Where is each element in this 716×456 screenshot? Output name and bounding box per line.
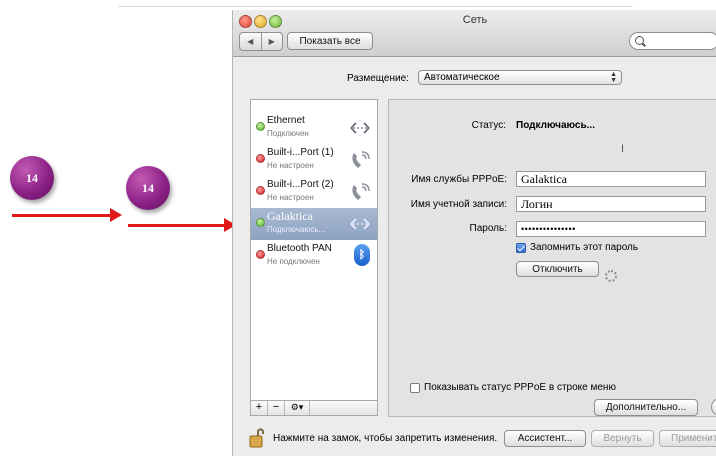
- select-arrows-icon: ▲ ▼: [610, 71, 617, 84]
- annotation-arrow-2: [128, 218, 236, 232]
- annotation-badge-2: 14: [126, 166, 170, 210]
- network-preferences-window: Сеть ◀ ▶ Показать все Размещение: Автома…: [232, 10, 716, 456]
- search-icon: [635, 36, 644, 45]
- service-list: Ethernet Подключен Built-i...Port (1) Не…: [250, 99, 378, 401]
- phone-modem-icon: [352, 183, 370, 200]
- service-name: Ethernet: [267, 115, 305, 126]
- ethernet-icon: [350, 218, 370, 230]
- back-forward-control: ◀ ▶: [239, 32, 283, 51]
- account-name-label: Имя учетной записи:: [410, 199, 507, 210]
- service-item-builtin-port-2[interactable]: Built-i...Port (2) Не настроен: [251, 176, 377, 208]
- lock-hint-text: Нажмите на замок, чтобы запретить измене…: [273, 433, 498, 444]
- service-name: Galaktica: [267, 209, 313, 223]
- status-dot-green-icon: [256, 218, 265, 227]
- service-item-ethernet[interactable]: Ethernet Подключен: [251, 112, 377, 144]
- assistant-button[interactable]: Ассистент...: [504, 430, 586, 447]
- status-dot-red-icon: [256, 154, 265, 163]
- disconnect-button[interactable]: Отключить: [516, 261, 599, 277]
- account-name-field[interactable]: Логин: [516, 196, 706, 212]
- service-item-bluetooth-pan[interactable]: Bluetooth PAN Не подключен ᛒ: [251, 240, 377, 272]
- progress-spinner-icon: [605, 270, 617, 282]
- add-service-button[interactable]: +: [251, 401, 268, 415]
- service-detail-panel: Статус: Подключаюсь... I Имя службы PPPo…: [388, 99, 716, 417]
- text-cursor-icon: I: [621, 143, 625, 155]
- password-label: Пароль:: [469, 223, 507, 234]
- lock-icon[interactable]: [249, 426, 267, 448]
- search-field[interactable]: [629, 32, 716, 50]
- remove-service-button[interactable]: −: [268, 401, 285, 415]
- show-pppoe-status-checkbox[interactable]: [410, 383, 420, 393]
- service-name: Bluetooth PAN: [267, 243, 332, 254]
- show-pppoe-status-label: Показывать статус PPPoE в строке меню: [424, 382, 616, 393]
- pppoe-service-name-label: Имя службы PPPoE:: [411, 174, 507, 185]
- gear-menu-button[interactable]: ⚙▾: [285, 401, 310, 415]
- remember-password-checkbox[interactable]: [516, 243, 526, 253]
- status-label: Статус:: [471, 120, 506, 131]
- status-dot-red-icon: [256, 186, 265, 195]
- window-title: Сеть: [462, 14, 488, 26]
- location-label: Размещение:: [347, 73, 409, 84]
- service-status: Подключен: [267, 129, 309, 138]
- remember-password-label: Запомнить этот пароль: [530, 242, 639, 253]
- phone-modem-icon: [352, 151, 370, 168]
- service-status: Не настроен: [267, 161, 314, 170]
- service-list-toolbar: + − ⚙▾: [250, 401, 378, 416]
- annotation-badge-1: 14: [10, 156, 54, 200]
- forward-arrow-icon[interactable]: ▶: [262, 33, 283, 50]
- back-arrow-icon[interactable]: ◀: [240, 33, 262, 50]
- status-value: Подключаюсь...: [516, 120, 595, 131]
- badge-number: 14: [142, 180, 154, 195]
- badge-number: 14: [26, 170, 38, 185]
- service-name: Built-i...Port (1): [267, 147, 334, 158]
- location-value: Автоматическое: [424, 72, 500, 83]
- revert-button[interactable]: Вернуть: [591, 430, 654, 447]
- password-field[interactable]: •••••••••••••••: [516, 221, 706, 237]
- service-status: Не подключен: [267, 257, 320, 266]
- help-button[interactable]: ?: [711, 398, 716, 416]
- annotation-arrow-1: [12, 208, 122, 222]
- show-all-button[interactable]: Показать все: [287, 32, 373, 50]
- service-name: Built-i...Port (2): [267, 179, 334, 190]
- title-bar: Сеть ◀ ▶ Показать все: [233, 10, 716, 57]
- ethernet-icon: [350, 122, 370, 134]
- status-dot-red-icon: [256, 250, 265, 259]
- bluetooth-icon: ᛒ: [354, 244, 370, 266]
- service-item-builtin-port-1[interactable]: Built-i...Port (1) Не настроен: [251, 144, 377, 176]
- status-dot-green-icon: [256, 122, 265, 131]
- service-status: Подключаюсь...: [267, 225, 326, 234]
- service-status: Не настроен: [267, 193, 314, 202]
- service-item-galaktica[interactable]: Galaktica Подключаюсь...: [251, 208, 377, 240]
- advanced-button[interactable]: Дополнительно...: [594, 399, 698, 416]
- location-select[interactable]: Автоматическое ▲ ▼: [418, 70, 622, 85]
- top-divider-line: [118, 6, 633, 7]
- apply-button[interactable]: Применить: [659, 430, 716, 447]
- pppoe-service-name-field[interactable]: Galaktica: [516, 171, 706, 187]
